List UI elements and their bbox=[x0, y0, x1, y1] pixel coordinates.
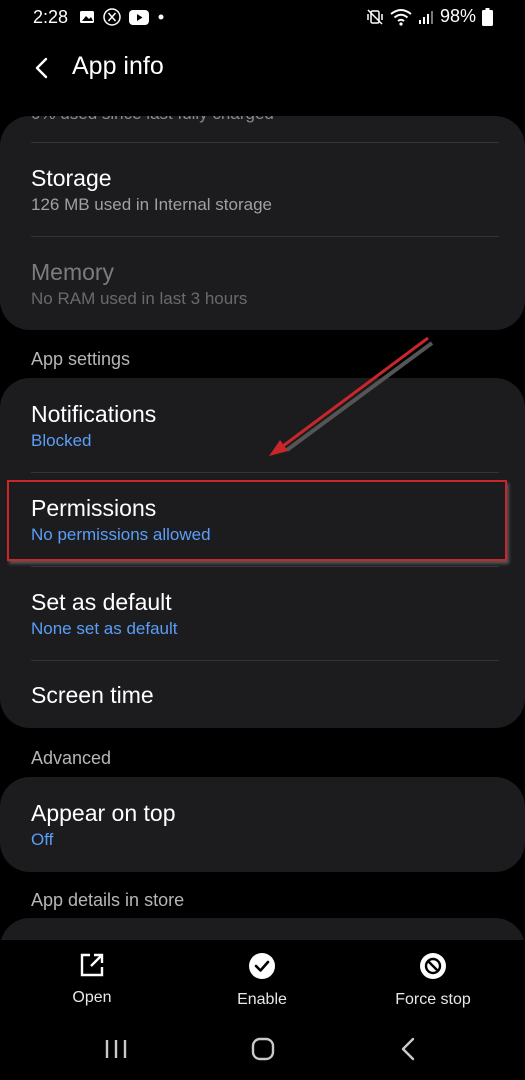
recent-apps-icon[interactable] bbox=[103, 1038, 129, 1060]
home-icon[interactable] bbox=[250, 1036, 276, 1062]
dot-icon bbox=[158, 14, 164, 20]
storage-title: Storage bbox=[31, 165, 112, 191]
section-label-advanced: Advanced bbox=[31, 748, 112, 768]
storage-item[interactable]: Storage 126 MB used in Internal storage bbox=[31, 164, 499, 216]
screen-time-item[interactable]: Screen time bbox=[31, 681, 499, 709]
divider bbox=[31, 660, 499, 661]
divider bbox=[31, 566, 499, 567]
open-label: Open bbox=[72, 989, 112, 1006]
force-stop-label: Force stop bbox=[395, 991, 471, 1008]
memory-item[interactable]: Memory No RAM used in last 3 hours bbox=[31, 258, 499, 310]
gallery-icon bbox=[80, 11, 94, 23]
signal-icon bbox=[418, 10, 433, 24]
section-label-app-details: App details in store bbox=[31, 890, 185, 910]
battery-usage-partial[interactable]: 0% used since last fully charged bbox=[31, 116, 274, 125]
appear-on-top-title: Appear on top bbox=[31, 800, 176, 826]
divider bbox=[31, 236, 499, 237]
status-bar: 2:28 98% bbox=[0, 0, 525, 34]
annotation-highlight-box bbox=[7, 480, 507, 561]
section-label-app-settings: App settings bbox=[31, 349, 131, 369]
memory-subtitle: No RAM used in last 3 hours bbox=[31, 289, 248, 308]
notifications-item[interactable]: Notifications Blocked bbox=[31, 400, 499, 452]
open-external-icon bbox=[80, 953, 104, 977]
set-as-default-item[interactable]: Set as default None set as default bbox=[31, 588, 499, 640]
memory-title: Memory bbox=[31, 259, 115, 285]
advanced-card: Appear on top Off bbox=[0, 777, 525, 872]
page-title: App info bbox=[72, 52, 164, 80]
youtube-icon bbox=[129, 9, 149, 25]
checkmark-icon bbox=[249, 953, 275, 979]
battery-percent: 98% bbox=[439, 6, 476, 26]
divider bbox=[31, 142, 499, 143]
notifications-title: Notifications bbox=[31, 401, 157, 427]
notification-icons bbox=[79, 8, 165, 26]
enable-button[interactable]: Enable bbox=[222, 952, 302, 1009]
screen-time-title: Screen time bbox=[31, 682, 154, 708]
battery-icon bbox=[482, 7, 493, 26]
enable-label: Enable bbox=[237, 991, 287, 1008]
force-stop-button[interactable]: Force stop bbox=[388, 952, 478, 1009]
back-arrow-icon[interactable] bbox=[28, 54, 56, 82]
mute-vibrate-icon bbox=[367, 8, 383, 25]
notifications-subtitle: Blocked bbox=[31, 431, 92, 450]
appear-on-top-item[interactable]: Appear on top Off bbox=[31, 799, 499, 851]
x-app-icon bbox=[103, 8, 121, 26]
back-nav-icon[interactable] bbox=[398, 1036, 418, 1062]
set-as-default-subtitle: None set as default bbox=[31, 619, 178, 638]
open-button[interactable]: Open bbox=[56, 952, 128, 1007]
navigation-bar bbox=[0, 1030, 525, 1070]
status-time: 2:28 bbox=[33, 7, 69, 27]
appear-on-top-subtitle: Off bbox=[31, 830, 54, 849]
set-as-default-title: Set as default bbox=[31, 589, 172, 615]
divider bbox=[31, 472, 499, 473]
system-status-icons: 98% bbox=[366, 6, 493, 27]
wifi-icon bbox=[390, 8, 412, 26]
block-icon bbox=[420, 953, 446, 979]
storage-subtitle: 126 MB used in Internal storage bbox=[31, 195, 272, 214]
app-bar: App info bbox=[0, 46, 525, 90]
usage-card: 0% used since last fully charged Storage… bbox=[0, 116, 525, 330]
